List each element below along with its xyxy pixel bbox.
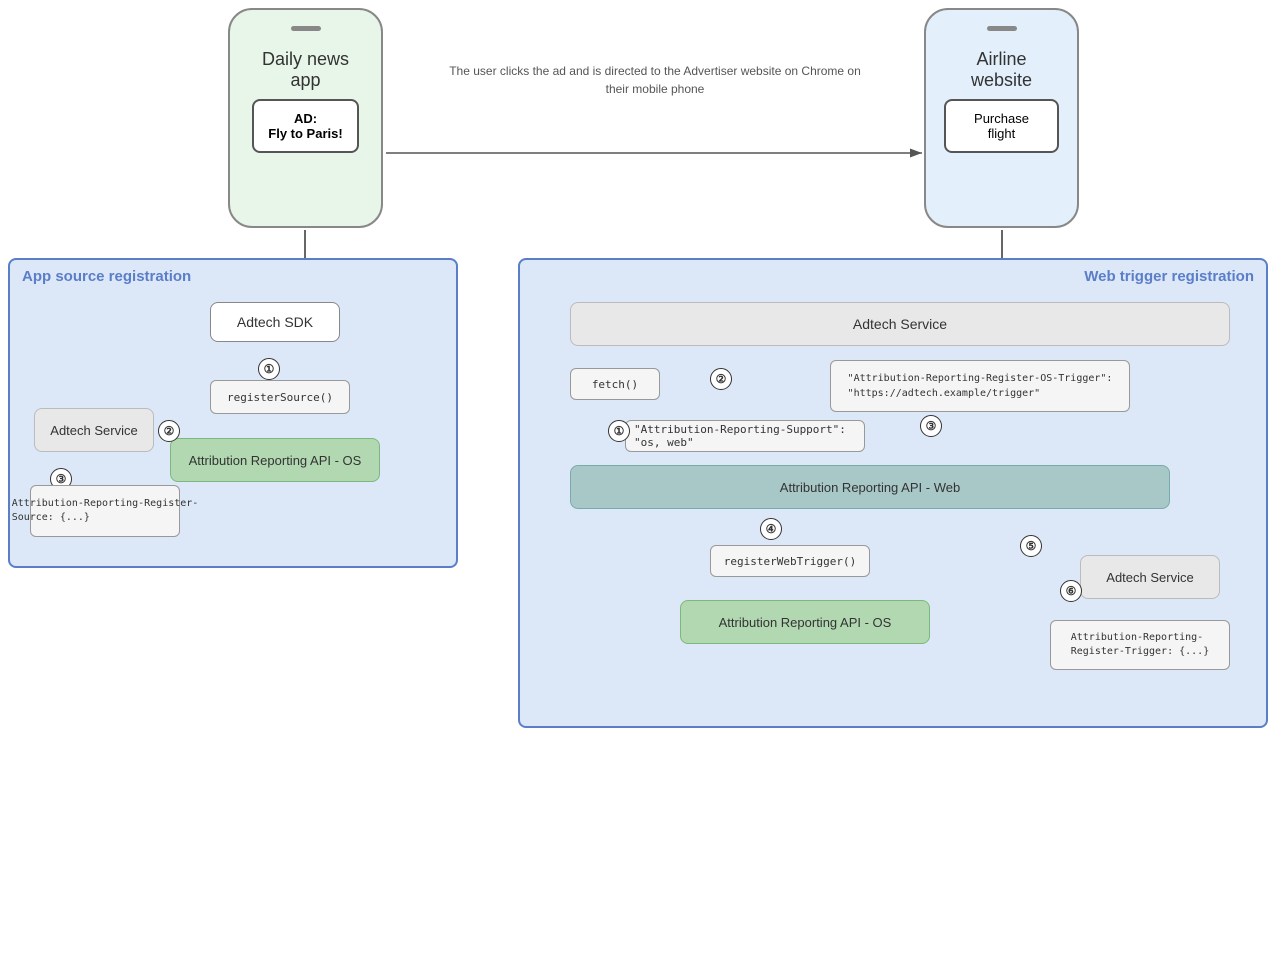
web-trigger-reg-box: Web trigger registration Adtech Service … [518,258,1268,728]
web-step-4: ④ [760,518,782,540]
web-step-2: ② [710,368,732,390]
ad-label: AD: [294,111,317,126]
web-adtech-service-top: Adtech Service [570,302,1230,346]
web-fetch-box: fetch() [570,368,660,400]
web-step-1: ① [608,420,630,442]
app-step-1: ① [258,358,280,380]
web-step-5: ⑤ [1020,535,1042,557]
web-step-6: ⑥ [1060,580,1082,602]
phone-right-title: Airline website [944,49,1059,91]
phone-right: Airline website Purchase flight [924,8,1079,228]
app-reg-title: App source registration [22,268,191,285]
app-adtech-service-box: Adtech Service [34,408,154,452]
web-step-3: ③ [920,415,942,437]
diagram-container: Daily news app AD: Fly to Paris! Airline… [0,0,1280,960]
app-step-2: ② [158,420,180,442]
phone-left: Daily news app AD: Fly to Paris! [228,8,383,228]
app-source-reg-box: App source registration Adtech SDK ① reg… [8,258,458,568]
web-register-trigger-box: registerWebTrigger() [710,545,870,577]
arrow-label: The user clicks the ad and is directed t… [440,62,870,98]
phone-left-ad: AD: Fly to Paris! [252,99,358,153]
web-reg-title: Web trigger registration [1084,268,1254,285]
app-header-code-box: Attribution-Reporting-Register- Source: … [30,485,180,537]
phone-right-speaker [987,26,1017,31]
web-attribution-web-box: Attribution Reporting API - Web [570,465,1170,509]
phone-left-screen: Daily news app AD: Fly to Paris! [240,41,371,216]
web-attribution-os-box: Attribution Reporting API - OS [680,600,930,644]
phone-right-screen: Airline website Purchase flight [936,41,1067,216]
ad-text: Fly to Paris! [268,126,342,141]
app-attribution-os-box: Attribution Reporting API - OS [170,438,380,482]
web-os-trigger-header: "Attribution-Reporting-Register-OS-Trigg… [830,360,1130,412]
phone-right-button: Purchase flight [944,99,1059,153]
phone-left-title: Daily news app [248,49,363,91]
web-adtech-service-right: Adtech Service [1080,555,1220,599]
purchase-flight-text: Purchase flight [974,111,1029,141]
register-source-box: registerSource() [210,380,350,414]
web-trigger-header-code: Attribution-Reporting- Register-Trigger:… [1050,620,1230,670]
phone-left-speaker [291,26,321,31]
adtech-sdk-box: Adtech SDK [210,302,340,342]
web-support-header: "Attribution-Reporting-Support": "os, we… [625,420,865,452]
